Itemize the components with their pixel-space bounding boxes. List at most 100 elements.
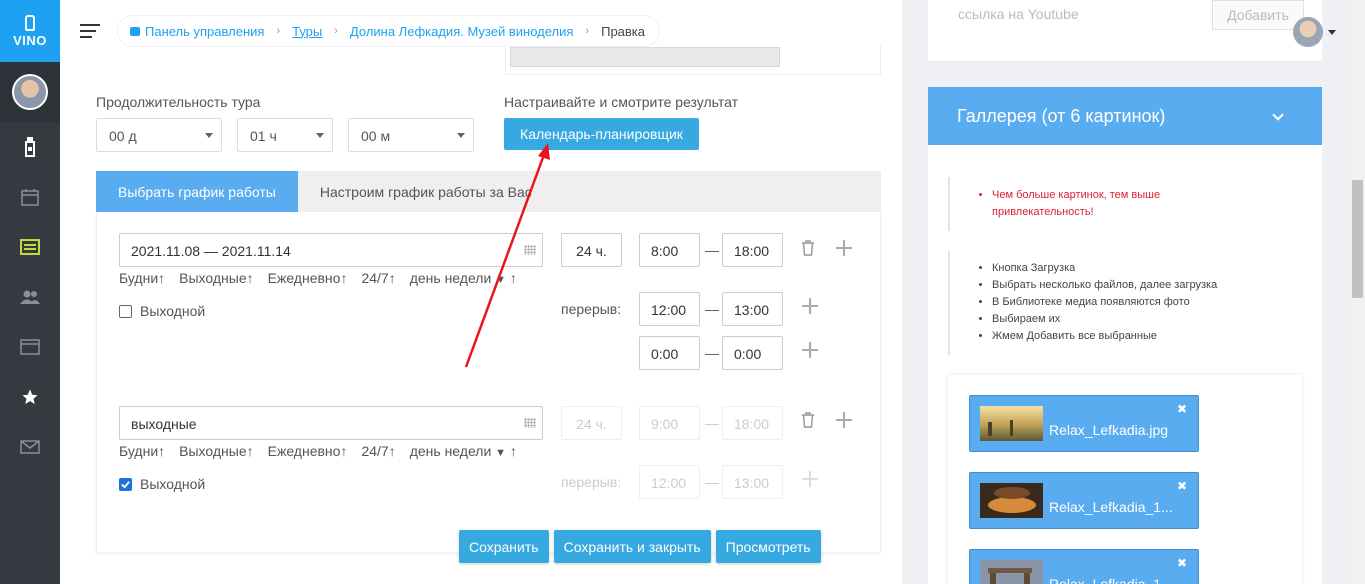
- add-break-icon[interactable]: [802, 298, 818, 314]
- avatar: [12, 74, 48, 110]
- breadcrumb-home[interactable]: Панель управления: [145, 24, 264, 39]
- break-label: перерыв:: [561, 301, 622, 317]
- quick-daily[interactable]: Ежедневно↑: [268, 270, 348, 286]
- right-column: ссылка на Youtube Добавить Галлерея (от …: [928, 0, 1322, 584]
- dayoff-label: Выходной: [140, 476, 206, 492]
- break-from-input[interactable]: 12:00: [639, 292, 700, 326]
- previous-field-box: [505, 45, 881, 75]
- scrollbar-thumb[interactable]: [1352, 180, 1363, 298]
- sidebar-avatar[interactable]: [0, 62, 60, 122]
- duration-minutes-value: 00 м: [361, 128, 391, 144]
- sidebar-item-mail[interactable]: [0, 422, 60, 472]
- add-schedule-icon[interactable]: [836, 412, 852, 428]
- tab-choose-schedule[interactable]: Выбрать график работы: [96, 171, 298, 212]
- duration-days-value: 00 д: [109, 128, 137, 144]
- tab-setup-schedule[interactable]: Настроим график работы за Вас: [298, 171, 554, 212]
- gallery-file-list: Relax_Lefkadia.jpg ✖ Relax_Lefkadia_1...…: [948, 375, 1302, 584]
- quick-weekends[interactable]: Выходные↑: [179, 270, 253, 286]
- trash-icon[interactable]: [801, 412, 815, 428]
- logo-text: VINO: [13, 32, 47, 48]
- breadcrumb-tours[interactable]: Туры: [292, 24, 322, 39]
- youtube-input[interactable]: ссылка на Youtube: [958, 6, 1079, 22]
- breadcrumb-separator: ›: [585, 25, 590, 37]
- save-and-close-button[interactable]: Сохранить и закрыть: [553, 530, 711, 563]
- chevron-down-icon: ▼: [495, 274, 507, 286]
- sidebar-item-users[interactable]: [0, 272, 60, 322]
- faded-chip: [510, 47, 780, 67]
- extra-break-from-input[interactable]: 0:00: [639, 336, 700, 370]
- hours-total-field[interactable]: 24 ч.: [561, 233, 622, 267]
- dayoff-checkbox[interactable]: Выходной: [119, 476, 205, 492]
- dayoff-checkbox[interactable]: Выходной: [119, 303, 205, 319]
- bottle-icon: [25, 137, 35, 157]
- gallery-file-item[interactable]: Relax_Lefkadia_1... ✖: [969, 472, 1199, 529]
- add-break-icon: [802, 471, 818, 487]
- weekday-select[interactable]: день недели ▼ ↑: [410, 443, 517, 459]
- sidebar-item-bottle[interactable]: [0, 122, 60, 172]
- quick-select-row: Будни↑ Выходные↑ Ежедневно↑ 24/7↑ день н…: [119, 270, 517, 286]
- close-icon[interactable]: ✖: [1177, 402, 1187, 416]
- logo-bottle-icon: [25, 14, 35, 31]
- quick-weekdays[interactable]: Будни↑: [119, 270, 165, 286]
- gallery-title: Галлерея (от 6 картинок): [957, 105, 1166, 126]
- add-schedule-icon[interactable]: [836, 240, 852, 256]
- schedule-name-input[interactable]: выходные: [119, 406, 543, 440]
- chevron-down-icon: ▼: [495, 447, 507, 459]
- time-to-input: 18:00: [722, 406, 783, 440]
- user-avatar[interactable]: [1293, 17, 1323, 47]
- time-to-input[interactable]: 18:00: [722, 233, 783, 267]
- gallery-steps: Кнопка Загрузка Выбрать несколько файлов…: [948, 251, 1238, 355]
- gallery-body: Чем больше картинок, тем выше привлекате…: [928, 145, 1322, 584]
- duration-days-select[interactable]: 00 д: [96, 118, 222, 152]
- quick-weekdays[interactable]: Будни↑: [119, 443, 165, 459]
- youtube-add-button[interactable]: Добавить: [1212, 0, 1304, 30]
- time-dash: —: [705, 301, 719, 317]
- quick-weekends[interactable]: Выходные↑: [179, 443, 253, 459]
- time-from-input: 9:00: [639, 406, 700, 440]
- calendar-planner-button[interactable]: Календарь-планировщик: [504, 118, 699, 150]
- close-icon[interactable]: ✖: [1177, 556, 1187, 570]
- result-label: Настраивайте и смотрите результат: [504, 94, 739, 110]
- break-to-input: 13:00: [722, 465, 783, 499]
- breadcrumb-tour-item[interactable]: Долина Лефкадия. Музей винод​елия: [350, 24, 574, 39]
- hamburger-menu-icon[interactable]: [80, 24, 100, 38]
- preview-button[interactable]: Просмотреть: [715, 530, 821, 563]
- sidebar-item-calendar[interactable]: [0, 172, 60, 222]
- gallery-file-item[interactable]: Relax_Lefkadia_1... ✖: [969, 549, 1199, 584]
- time-dash: —: [705, 242, 719, 258]
- sidebar-item-list[interactable]: [0, 222, 60, 272]
- date-range-input[interactable]: 2021.11.08 — 2021.11.14: [119, 233, 543, 267]
- quick-24-7[interactable]: 24/7↑: [361, 443, 395, 459]
- quick-daily[interactable]: Ежедневно↑: [268, 443, 348, 459]
- mail-icon: [20, 440, 40, 454]
- date-range-value: 2021.11.08 — 2021.11.14: [131, 243, 291, 259]
- breadcrumb-separator: ›: [276, 25, 281, 37]
- trash-icon[interactable]: [801, 240, 815, 256]
- gallery-step: Жмем Добавить все выбранные: [992, 328, 1238, 345]
- break-to-input[interactable]: 13:00: [722, 292, 783, 326]
- sidebar-item-window[interactable]: [0, 322, 60, 372]
- app-logo[interactable]: VINO: [0, 0, 60, 62]
- dayoff-label: Выходной: [140, 303, 206, 319]
- quick-24-7[interactable]: 24/7↑: [361, 270, 395, 286]
- weekday-select-label: день недели: [409, 443, 492, 459]
- add-break-icon[interactable]: [802, 342, 818, 358]
- extra-break-to-input[interactable]: 0:00: [722, 336, 783, 370]
- checkbox-box-checked[interactable]: [119, 477, 132, 491]
- gallery-file-item[interactable]: Relax_Lefkadia.jpg ✖: [969, 395, 1199, 452]
- duration-hours-select[interactable]: 01 ч: [237, 118, 333, 152]
- break-label: перерыв:: [561, 474, 622, 490]
- weekday-select[interactable]: день недели ▼ ↑: [410, 270, 517, 286]
- calendar-grid-icon: [524, 245, 536, 255]
- chevron-down-icon[interactable]: [1328, 30, 1336, 35]
- time-from-input[interactable]: 8:00: [639, 233, 700, 267]
- close-icon[interactable]: ✖: [1177, 479, 1187, 493]
- sidebar-item-star[interactable]: [0, 372, 60, 422]
- home-icon: [130, 26, 140, 36]
- gallery-header[interactable]: Галлерея (от 6 картинок): [928, 87, 1322, 145]
- checkbox-box[interactable]: [119, 304, 132, 318]
- page-scrollbar[interactable]: [1350, 0, 1365, 584]
- calendar-icon: [21, 189, 39, 206]
- duration-minutes-select[interactable]: 00 м: [348, 118, 474, 152]
- save-button[interactable]: Сохранить: [459, 530, 549, 563]
